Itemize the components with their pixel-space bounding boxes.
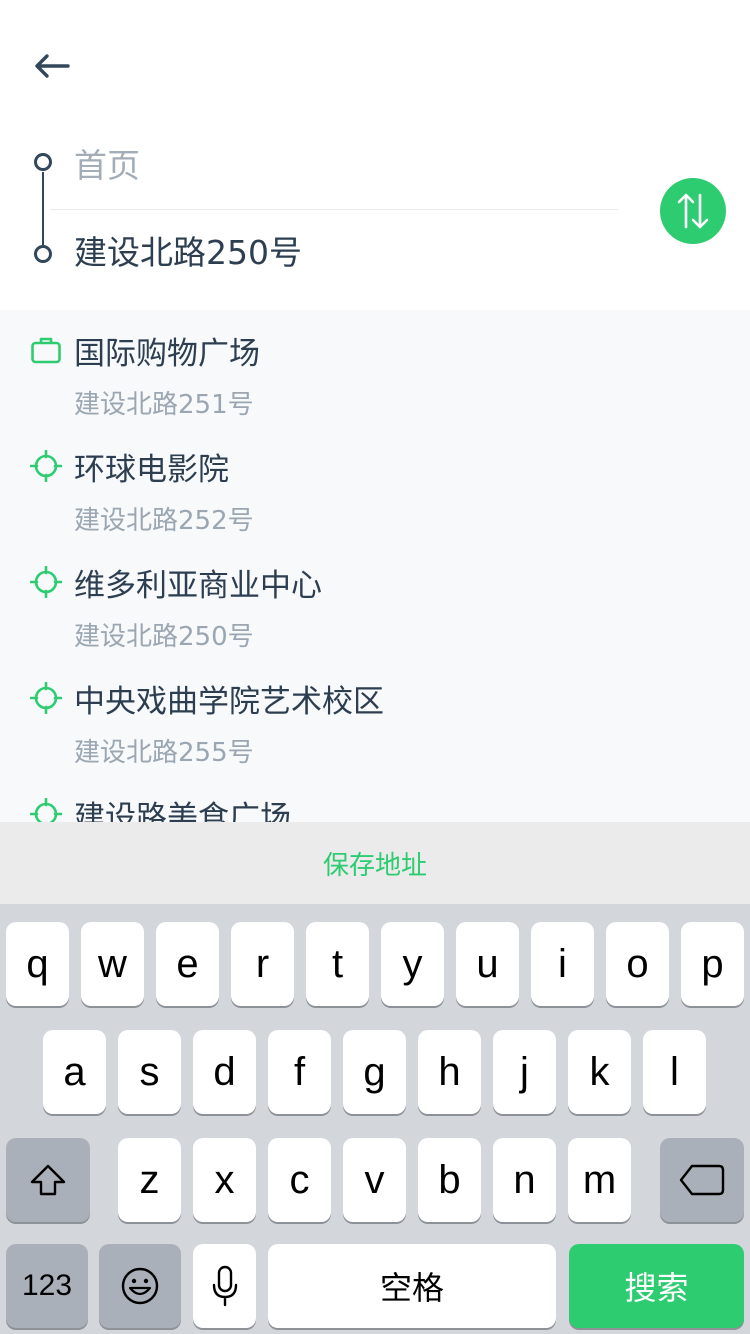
list-item[interactable]: 维多利亚商业中心 建设北路250号 [0, 542, 750, 652]
suggestion-title: 国际购物广场 [74, 336, 260, 372]
space-key[interactable]: 空格 [268, 1244, 556, 1328]
keyboard: q w e r t y u i o p a s d f g h j k l z … [0, 904, 750, 1334]
delete-icon [679, 1164, 725, 1196]
route-connector-line [42, 172, 44, 248]
start-location-field[interactable]: 首页 [74, 133, 618, 193]
key-v[interactable]: v [343, 1138, 406, 1222]
delete-key[interactable] [660, 1138, 744, 1222]
key-x[interactable]: x [193, 1138, 256, 1222]
suggestion-address: 建设北路250号 [74, 622, 254, 652]
key-w[interactable]: w [81, 922, 144, 1006]
suggestion-title: 环球电影院 [74, 452, 229, 488]
key-y[interactable]: y [381, 922, 444, 1006]
key-t[interactable]: t [306, 922, 369, 1006]
list-item[interactable]: 环球电影院 建设北路252号 [0, 426, 750, 536]
back-button[interactable] [28, 44, 76, 88]
route-divider [50, 209, 618, 210]
suggestion-title: 维多利亚商业中心 [74, 568, 322, 604]
crosshair-icon [30, 450, 62, 482]
key-a[interactable]: a [43, 1030, 106, 1114]
end-point-icon [34, 245, 52, 263]
key-g[interactable]: g [343, 1030, 406, 1114]
key-d[interactable]: d [193, 1030, 256, 1114]
swap-route-button[interactable] [660, 178, 726, 244]
suggestion-list: 国际购物广场 建设北路251号 环球电影院 建设北路252号 维多利亚商业中心 … [0, 310, 750, 822]
key-q[interactable]: q [6, 922, 69, 1006]
save-address-button[interactable]: 保存地址 [0, 822, 750, 904]
shift-icon [30, 1164, 66, 1196]
key-c[interactable]: c [268, 1138, 331, 1222]
numbers-key[interactable]: 123 [6, 1244, 88, 1328]
list-item[interactable]: 建设路美食广场 [0, 774, 750, 822]
crosshair-icon [30, 798, 62, 822]
key-r[interactable]: r [231, 922, 294, 1006]
emoji-key[interactable] [99, 1244, 181, 1328]
key-f[interactable]: f [268, 1030, 331, 1114]
key-m[interactable]: m [568, 1138, 631, 1222]
key-s[interactable]: s [118, 1030, 181, 1114]
emoji-icon [121, 1267, 159, 1305]
crosshair-icon [30, 682, 62, 714]
microphone-key[interactable] [193, 1244, 256, 1328]
key-j[interactable]: j [493, 1030, 556, 1114]
suggestion-title: 中央戏曲学院艺术校区 [74, 684, 384, 720]
start-point-icon [34, 153, 52, 171]
list-item[interactable]: 国际购物广场 建设北路251号 [0, 310, 750, 420]
swap-vertical-icon [677, 193, 709, 229]
microphone-icon [212, 1265, 237, 1307]
shift-key[interactable] [6, 1138, 90, 1222]
key-o[interactable]: o [606, 922, 669, 1006]
suggestion-address: 建设北路251号 [74, 390, 254, 420]
suggestion-address: 建设北路252号 [74, 506, 254, 536]
key-n[interactable]: n [493, 1138, 556, 1222]
key-k[interactable]: k [568, 1030, 631, 1114]
end-location-field[interactable]: 建设北路250号 [74, 220, 618, 280]
list-item[interactable]: 中央戏曲学院艺术校区 建设北路255号 [0, 658, 750, 768]
key-p[interactable]: p [681, 922, 744, 1006]
start-location-text: 首页 [74, 146, 140, 185]
briefcase-icon [31, 337, 61, 364]
key-l[interactable]: l [643, 1030, 706, 1114]
key-e[interactable]: e [156, 922, 219, 1006]
crosshair-icon [30, 566, 62, 598]
suggestion-address: 建设北路255号 [74, 738, 254, 768]
key-z[interactable]: z [118, 1138, 181, 1222]
end-location-text: 建设北路250号 [74, 233, 302, 272]
suggestion-title: 建设路美食广场 [74, 800, 291, 822]
key-i[interactable]: i [531, 922, 594, 1006]
key-h[interactable]: h [418, 1030, 481, 1114]
back-arrow-icon [35, 54, 70, 78]
save-address-label: 保存地址 [322, 850, 427, 881]
key-u[interactable]: u [456, 922, 519, 1006]
key-b[interactable]: b [418, 1138, 481, 1222]
search-key[interactable]: 搜索 [569, 1244, 744, 1328]
